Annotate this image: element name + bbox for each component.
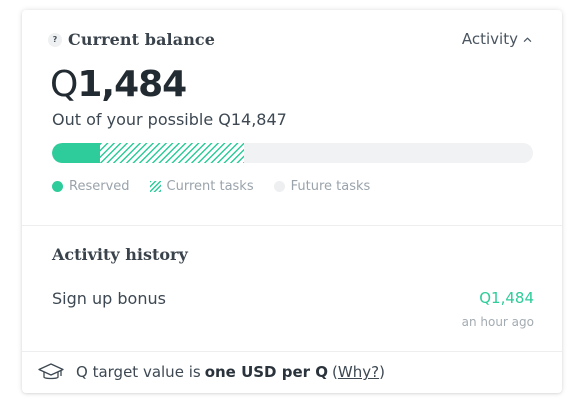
why-link[interactable]: Why? <box>338 363 379 381</box>
history-item-time: an hour ago <box>461 315 534 329</box>
activity-toggle-label: Activity <box>461 30 518 48</box>
footer-emphasis-text: one USD per Q <box>204 363 329 381</box>
legend-current-label: Current tasks <box>166 179 254 194</box>
footer-prefix-text: Q target value is <box>76 363 201 381</box>
footer-divider <box>22 351 562 352</box>
balance-amount-value: 1,484 <box>77 64 187 105</box>
help-circle-icon[interactable]: ? <box>48 32 62 47</box>
possible-balance-text: Out of your possible Q14,847 <box>52 110 287 129</box>
balance-currency-symbol: Q <box>50 64 78 105</box>
activity-history-title: Activity history <box>52 245 188 264</box>
balance-amount: Q1,484 <box>50 64 187 105</box>
legend-reserved-dot <box>52 181 63 192</box>
balance-progress-bar <box>52 143 533 163</box>
legend-current-swatch <box>149 181 161 192</box>
legend-current: Current tasks <box>149 179 254 194</box>
progress-legend: Reserved Current tasks Future tasks <box>52 179 390 194</box>
legend-future: Future tasks <box>273 179 371 194</box>
balance-title: Current balance <box>68 30 216 49</box>
section-divider <box>22 225 562 226</box>
legend-reserved-label: Reserved <box>69 179 130 194</box>
legend-future-dot <box>273 181 285 192</box>
progress-current-tasks-segment <box>100 143 245 163</box>
chevron-up-icon <box>523 37 532 42</box>
history-item-amount: Q1,484 <box>479 289 534 307</box>
history-list-item: Sign up bonus Q1,484 an hour ago <box>52 289 534 333</box>
balance-card: ? Current balance Activity Q1,484 Out of… <box>22 10 562 393</box>
legend-future-label: Future tasks <box>290 179 371 194</box>
legend-reserved: Reserved <box>52 179 130 194</box>
graduation-cap-icon <box>38 363 64 380</box>
progress-reserved-segment <box>52 143 101 163</box>
history-item-label: Sign up bonus <box>52 289 166 308</box>
footer-paren-close: ) <box>379 363 385 381</box>
q-target-footer: Q target value is one USD per Q (Why?) <box>38 362 385 382</box>
activity-toggle-button[interactable]: Activity <box>462 30 532 48</box>
balance-header: ? Current balance <box>48 30 215 49</box>
